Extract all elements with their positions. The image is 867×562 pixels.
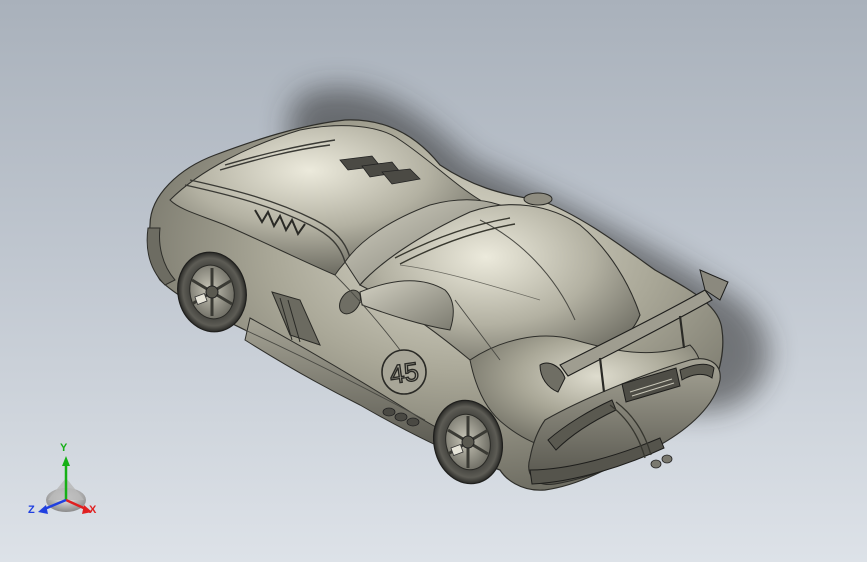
car-model[interactable]: 45 — [0, 0, 867, 562]
graphics-viewport[interactable]: 45 Y X Z — [0, 0, 867, 562]
race-number: 45 — [388, 356, 421, 390]
view-orientation-triad[interactable]: Y X Z — [24, 442, 108, 528]
triad-x-label: X — [89, 504, 97, 516]
exhaust-pipes — [650, 454, 673, 469]
triad-y-label: Y — [60, 442, 68, 454]
y-axis-arrow — [62, 456, 70, 466]
z-axis-arrow — [38, 505, 48, 514]
triad-z-label: Z — [28, 504, 35, 516]
roof-nub — [523, 192, 553, 206]
